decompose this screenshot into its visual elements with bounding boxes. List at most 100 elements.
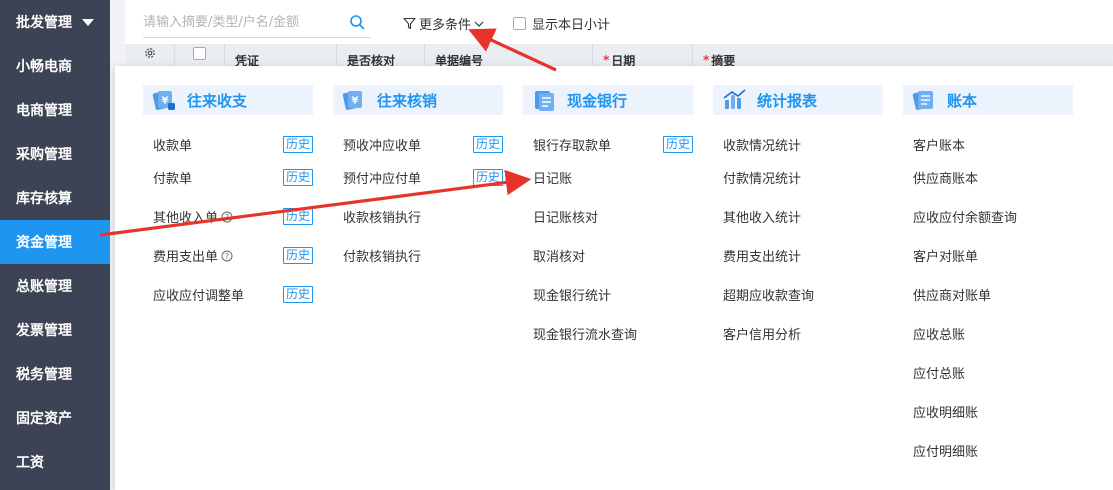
menu-item-payment-stats[interactable]: 付款情况统计	[713, 158, 883, 197]
menu-item-other-income-stats[interactable]: 其他收入统计	[713, 197, 883, 236]
menu-column-title: 统计报表	[757, 91, 818, 110]
checkbox-box[interactable]	[513, 17, 526, 30]
menu-column-writeoff: ¥ 往来核销 预收冲应收单 历史 预付冲应付单 历史 收款核销执行 付款核销执行	[333, 85, 503, 275]
sidebar-item-label: 电商管理	[16, 103, 72, 119]
menu-item-customer-statement[interactable]: 客户对账单	[903, 236, 1073, 275]
menu-item-ap-general-ledger[interactable]: 应付总账	[903, 353, 1073, 392]
sidebar-item-tax[interactable]: 税务管理	[0, 352, 110, 396]
history-button[interactable]: 历史	[282, 169, 313, 186]
sidebar-item-inventory[interactable]: 库存核算	[0, 176, 110, 220]
menu-column-header: ¥ 往来收支	[143, 85, 313, 115]
menu-item-supplier-ledger[interactable]: 供应商账本	[903, 158, 1073, 197]
menu-item-label: 银行存取款单	[533, 138, 612, 154]
menu-item-other-income[interactable]: 其他收入单? 历史	[143, 197, 313, 236]
help-icon[interactable]: ?	[221, 250, 233, 262]
sidebar-item-label: 工资	[16, 455, 44, 471]
menu-column-header: 现金银行	[523, 85, 693, 115]
history-button[interactable]: 历史	[282, 247, 313, 264]
search-input[interactable]	[143, 9, 333, 36]
chevron-down-icon	[474, 21, 484, 27]
sidebar-item-invoice[interactable]: 发票管理	[0, 308, 110, 352]
sidebar-item-label: 批发管理	[16, 15, 72, 31]
menu-item-cancel-check[interactable]: 取消核对	[523, 236, 693, 275]
menu-item-receipt-writeoff[interactable]: 收款核销执行	[333, 197, 503, 236]
history-button[interactable]: 历史	[282, 208, 313, 225]
history-button[interactable]: 历史	[282, 286, 313, 303]
menu-item-ar-general-ledger[interactable]: 应收总账	[903, 314, 1073, 353]
sidebar-item-label: 固定资产	[16, 411, 72, 427]
menu-item-label: 应付总账	[913, 367, 966, 382]
menu-item-label: 费用支出统计	[723, 250, 802, 265]
menu-item-label: 应收应付余额查询	[913, 211, 1018, 226]
menu-item-receipt[interactable]: 收款单 历史	[143, 130, 313, 158]
menu-item-payment-writeoff[interactable]: 付款核销执行	[333, 236, 503, 275]
more-conditions-label: 更多条件	[419, 18, 472, 33]
gear-icon[interactable]	[143, 46, 157, 60]
sidebar-item-label: 税务管理	[16, 367, 72, 383]
sidebar-item-ecommerce[interactable]: 电商管理	[0, 88, 110, 132]
menu-item-label: 客户账本	[913, 138, 966, 154]
sidebar-item-funds[interactable]: 资金管理	[0, 220, 110, 264]
sidebar-item-label: 小畅电商	[16, 59, 72, 75]
help-icon[interactable]: ?	[221, 211, 233, 223]
menu-item-label: 应收应付调整单	[153, 289, 245, 304]
sidebar-item-purchase[interactable]: 采购管理	[0, 132, 110, 176]
menu-item-receipt-stats[interactable]: 收款情况统计	[713, 130, 883, 158]
menu-item-label: 其他收入统计	[723, 211, 802, 226]
menu-item-label: 预收冲应收单	[343, 138, 422, 154]
menu-item-ar-ap-adjustment[interactable]: 应收应付调整单 历史	[143, 275, 313, 314]
history-button[interactable]: 历史	[662, 135, 693, 153]
writeoff-icon: ¥	[342, 91, 362, 110]
sidebar-item-salary[interactable]: 工资	[0, 440, 110, 484]
sidebar-item-wholesale[interactable]: 批发管理	[0, 0, 110, 44]
sidebar-item-general-ledger[interactable]: 总账管理	[0, 264, 110, 308]
menu-item-credit-analysis[interactable]: 客户信用分析	[713, 314, 883, 353]
svg-text:?: ?	[225, 213, 229, 222]
menu-item-label: 客户对账单	[913, 250, 979, 265]
cash-bank-icon	[535, 91, 554, 111]
menu-item-label: 付款单	[153, 172, 193, 187]
history-button[interactable]: 历史	[282, 135, 313, 153]
menu-item-journal[interactable]: 日记账	[523, 158, 693, 197]
menu-column-header: ¥ 往来核销	[333, 85, 503, 115]
menu-item-customer-ledger[interactable]: 客户账本	[903, 130, 1073, 158]
sidebar-item-label: 库存核算	[16, 191, 72, 207]
menu-item-payment[interactable]: 付款单 历史	[143, 158, 313, 197]
menu-item-cash-bank-stats[interactable]: 现金银行统计	[523, 275, 693, 314]
select-all-checkbox[interactable]	[193, 46, 206, 60]
menu-item-expense-stats[interactable]: 费用支出统计	[713, 236, 883, 275]
menu-column-title: 往来核销	[377, 91, 438, 110]
menu-item-label: 应收总账	[913, 328, 966, 343]
svg-text:?: ?	[225, 252, 229, 261]
menu-item-journal-check[interactable]: 日记账核对	[523, 197, 693, 236]
history-button[interactable]: 历史	[472, 135, 503, 153]
menu-item-expense[interactable]: 费用支出单? 历史	[143, 236, 313, 275]
more-conditions-button[interactable]: 更多条件	[403, 14, 484, 33]
menu-item-advance-payment-offset[interactable]: 预付冲应付单 历史	[333, 158, 503, 197]
menu-item-ar-ap-balance[interactable]: 应收应付余额查询	[903, 197, 1073, 236]
menu-item-label: 收款单	[153, 138, 193, 154]
sidebar-item-label: 总账管理	[16, 279, 72, 295]
menu-item-label: 客户信用分析	[723, 328, 802, 343]
history-button[interactable]: 历史	[472, 169, 503, 186]
sidebar-item-xiaochang-ecommerce[interactable]: 小畅电商	[0, 44, 110, 88]
search-icon[interactable]	[349, 14, 365, 30]
show-day-subtotal-checkbox[interactable]: 显示本日小计	[513, 14, 610, 33]
menu-item-ap-detail-ledger[interactable]: 应付明细账	[903, 431, 1073, 470]
menu-item-cash-bank-flow-query[interactable]: 现金银行流水查询	[523, 314, 693, 353]
menu-item-label: 日记账核对	[533, 211, 599, 226]
menu-column-receipts-payments: ¥ 往来收支 收款单 历史 付款单 历史 其他收入单? 历史 费用支出单? 历史 应收应…	[143, 85, 313, 314]
menu-item-label: 取消核对	[533, 250, 586, 265]
menu-item-overdue-receivable[interactable]: 超期应收款查询	[713, 275, 883, 314]
menu-item-ar-detail-ledger[interactable]: 应收明细账	[903, 392, 1073, 431]
menu-item-label: 预付冲应付单	[343, 172, 422, 187]
sidebar-item-label: 资金管理	[16, 235, 72, 251]
search-box	[143, 8, 371, 38]
menu-item-advance-receipt-offset[interactable]: 预收冲应收单 历史	[333, 130, 503, 158]
menu-item-label: 收款核销执行	[343, 211, 422, 226]
sidebar: 批发管理 小畅电商 电商管理 采购管理 库存核算 资金管理 总账管理 发票管理 …	[0, 0, 110, 490]
menu-item-bank-deposit-withdraw[interactable]: 银行存取款单 历史	[523, 130, 693, 158]
sidebar-item-label: 采购管理	[16, 147, 72, 163]
sidebar-item-fixed-assets[interactable]: 固定资产	[0, 396, 110, 440]
menu-item-supplier-statement[interactable]: 供应商对账单	[903, 275, 1073, 314]
